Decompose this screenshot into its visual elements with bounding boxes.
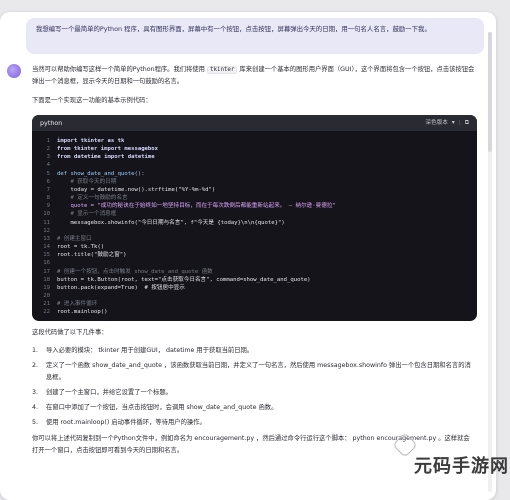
code-text: root = tk.Tk(): [57, 244, 105, 251]
chevron-down-icon[interactable]: ▾: [452, 117, 455, 129]
code-line: 9 quote = "成功的秘诀在于始终如一地坚持目标，而在于每次跌倒后都能重新…: [40, 202, 469, 210]
code-text: # 创建主窗口: [57, 235, 92, 242]
assistant-avatar-icon: [7, 64, 21, 78]
copy-icon[interactable]: ⧉: [465, 117, 469, 129]
line-number: 22: [43, 309, 50, 316]
summary-heading: 这段代码做了以下几件事：: [32, 329, 108, 336]
code-line: 10 # 显示一个消息框: [40, 210, 469, 218]
code-text: # 显示一个消息框: [57, 211, 117, 218]
code-line: 21 # 进入事件循环: [40, 300, 469, 308]
line-number: 12: [43, 227, 50, 234]
line-number: 1: [46, 138, 50, 144]
step-text: 在窗口中添加了一个按钮，当点击按钮时，会调用 show_date_and_quo…: [46, 404, 278, 411]
code-tools: 深色版本 ▾ | ⧉: [425, 117, 469, 129]
code-line: 2 from tkinter import messagebox: [40, 145, 469, 153]
code-text: today = datetime.now().strftime("%Y-%m-%…: [57, 186, 216, 193]
scroll-thumb[interactable]: [488, 32, 492, 152]
intro-inline-code: tkinter: [206, 66, 238, 74]
code-text: # 获取今天的日期: [57, 178, 117, 185]
code-line: 7 today = datetime.now().strftime("%Y-%m…: [40, 186, 469, 194]
code-line: 3 from datetime import datetime: [40, 153, 469, 161]
user-message: 我想编写一个最简单的Python 程序，具有图形界面，屏幕中有一个按钮，点击按钮…: [26, 18, 484, 54]
line-number: 6: [46, 178, 50, 185]
line-number: 21: [43, 301, 50, 308]
step-number: 5.: [32, 419, 39, 426]
line-number: 3: [46, 154, 50, 161]
line-number: 11: [43, 219, 50, 226]
code-line: 22 root.mainloop(): [40, 308, 469, 316]
code-line: 19 button.pack(expand=True) # 按钮居中显示: [40, 284, 469, 292]
code-text: from tkinter import messagebox: [57, 146, 159, 153]
code-text: from datetime import datetime: [57, 154, 155, 161]
code-block: python 深色版本 ▾ | ⧉ 1 import tkinter as tk 2…: [32, 115, 477, 321]
code-line: 17 # 创建一个按钮，点击时触发 show_date_and_quote 函数: [40, 268, 469, 276]
code-body: 1 import tkinter as tk 2 from tkinter impor…: [32, 131, 477, 321]
steps-list: 1. 导入必要的模块： tkinter 用于创建GUI， datetime 用于获…: [32, 345, 480, 429]
line-number: 15: [43, 252, 50, 259]
scrollbar[interactable]: [488, 32, 492, 492]
code-text: root.mainloop(): [57, 309, 108, 316]
line-number: 20: [43, 292, 50, 299]
line-number: 13: [43, 235, 50, 242]
code-line: 14 root = tk.Tk(): [40, 243, 469, 251]
answer-subheading: 下面是一个实现这一功能的基本示例代码：: [32, 97, 152, 104]
code-line: 5 def show_date_and_quote():: [40, 170, 469, 178]
code-language: python: [40, 119, 63, 127]
code-text: # 进入事件循环: [57, 301, 98, 308]
line-number: 8: [46, 195, 50, 202]
step-number: 2.: [32, 362, 39, 369]
line-number: 7: [46, 186, 50, 193]
code-line: 8 # 定义一句鼓励的名言: [40, 194, 469, 202]
step-item: 1. 导入必要的模块： tkinter 用于创建GUI， datetime 用于获…: [32, 345, 480, 357]
line-number: 2: [46, 146, 50, 153]
step-item: 3. 创建了一个主窗口，并给它设置了一个标题。: [32, 387, 480, 399]
code-text: root.title("鼓励之窗"): [57, 252, 127, 259]
code-text: button = tk.Button(root, text="点击获取今日名言"…: [57, 276, 311, 283]
code-text: # 创建一个按钮，点击时触发 show_date_and_quote 函数: [57, 268, 213, 275]
step-item: 5. 使用 root.mainloop() 启动事件循环，等待用户的操作。: [32, 417, 480, 429]
code-line: 12: [40, 227, 469, 235]
code-text: # 定义一句鼓励的名言: [57, 195, 128, 202]
code-line: 20: [40, 292, 469, 300]
line-number: 14: [43, 244, 50, 251]
line-number: 4: [46, 162, 50, 169]
code-text: def show_date_and_quote():: [57, 170, 145, 177]
line-number: 16: [43, 260, 50, 267]
step-text: 导入必要的模块： tkinter 用于创建GUI， datetime 用于获取当…: [46, 347, 254, 354]
code-line: 11 messagebox.showinfo("今日日期与名言", f"今天是 …: [40, 219, 469, 227]
code-header: python 深色版本 ▾ | ⧉: [32, 115, 477, 131]
step-number: 4.: [32, 404, 39, 411]
code-text: quote = "成功的秘诀在于始终如一地坚持目标，而在于每次跌倒后都能重新站起…: [57, 203, 336, 210]
code-line: 15 root.title("鼓励之窗"): [40, 251, 469, 259]
line-number: 17: [43, 268, 50, 275]
intro-text-pre: 当然可以帮助你编写这样一个简单的Python程序。我们将使用: [32, 66, 205, 73]
step-text: 创建了一个主窗口，并给它设置了一个标题。: [46, 389, 172, 396]
step-item: 2. 定义了一个函数 show_date_and_quote ，该函数获取当前日期…: [32, 360, 480, 384]
code-line: 16: [40, 259, 469, 267]
code-line: 18 button = tk.Button(root, text="点击获取今日名…: [40, 276, 469, 284]
code-line: 4: [40, 161, 469, 169]
step-item: 4. 在窗口中添加了一个按钮，当点击按钮时，会调用 show_date_and_q…: [32, 402, 480, 414]
code-text: import tkinter as tk: [57, 138, 125, 144]
watermark-text: 元码手游网: [414, 456, 509, 477]
code-line: 1 import tkinter as tk: [40, 137, 469, 145]
line-number: 10: [43, 211, 50, 218]
code-line: 6 # 获取今天的日期: [40, 178, 469, 186]
divider: |: [458, 120, 461, 126]
step-text: 使用 root.mainloop() 启动事件循环，等待用户的操作。: [46, 419, 206, 426]
assistant-answer: 当然可以帮助你编写这样一个简单的Python程序。我们将使用 tkinter 库…: [32, 64, 480, 457]
line-number: 9: [46, 203, 50, 210]
code-line: 13 # 创建主窗口: [40, 235, 469, 243]
line-number: 5: [46, 170, 50, 177]
code-text: messagebox.showinfo("今日日期与名言", f"今天是 {to…: [57, 219, 285, 226]
chat-window: 我想编写一个最简单的Python 程序，具有图形界面，屏幕中有一个按钮，点击按钮…: [0, 12, 496, 500]
dark-theme-toggle[interactable]: 深色版本: [425, 117, 447, 129]
code-text: button.pack(expand=True) # 按钮居中显示: [57, 284, 185, 291]
step-number: 1.: [32, 347, 39, 354]
step-text: 定义了一个函数 show_date_and_quote ，该函数获取当前日期，并…: [46, 362, 471, 381]
answer-intro: 当然可以帮助你编写这样一个简单的Python程序。我们将使用 tkinter 库…: [32, 64, 480, 88]
line-number: 19: [43, 284, 50, 291]
step-number: 3.: [32, 389, 39, 396]
line-number: 18: [43, 276, 50, 283]
